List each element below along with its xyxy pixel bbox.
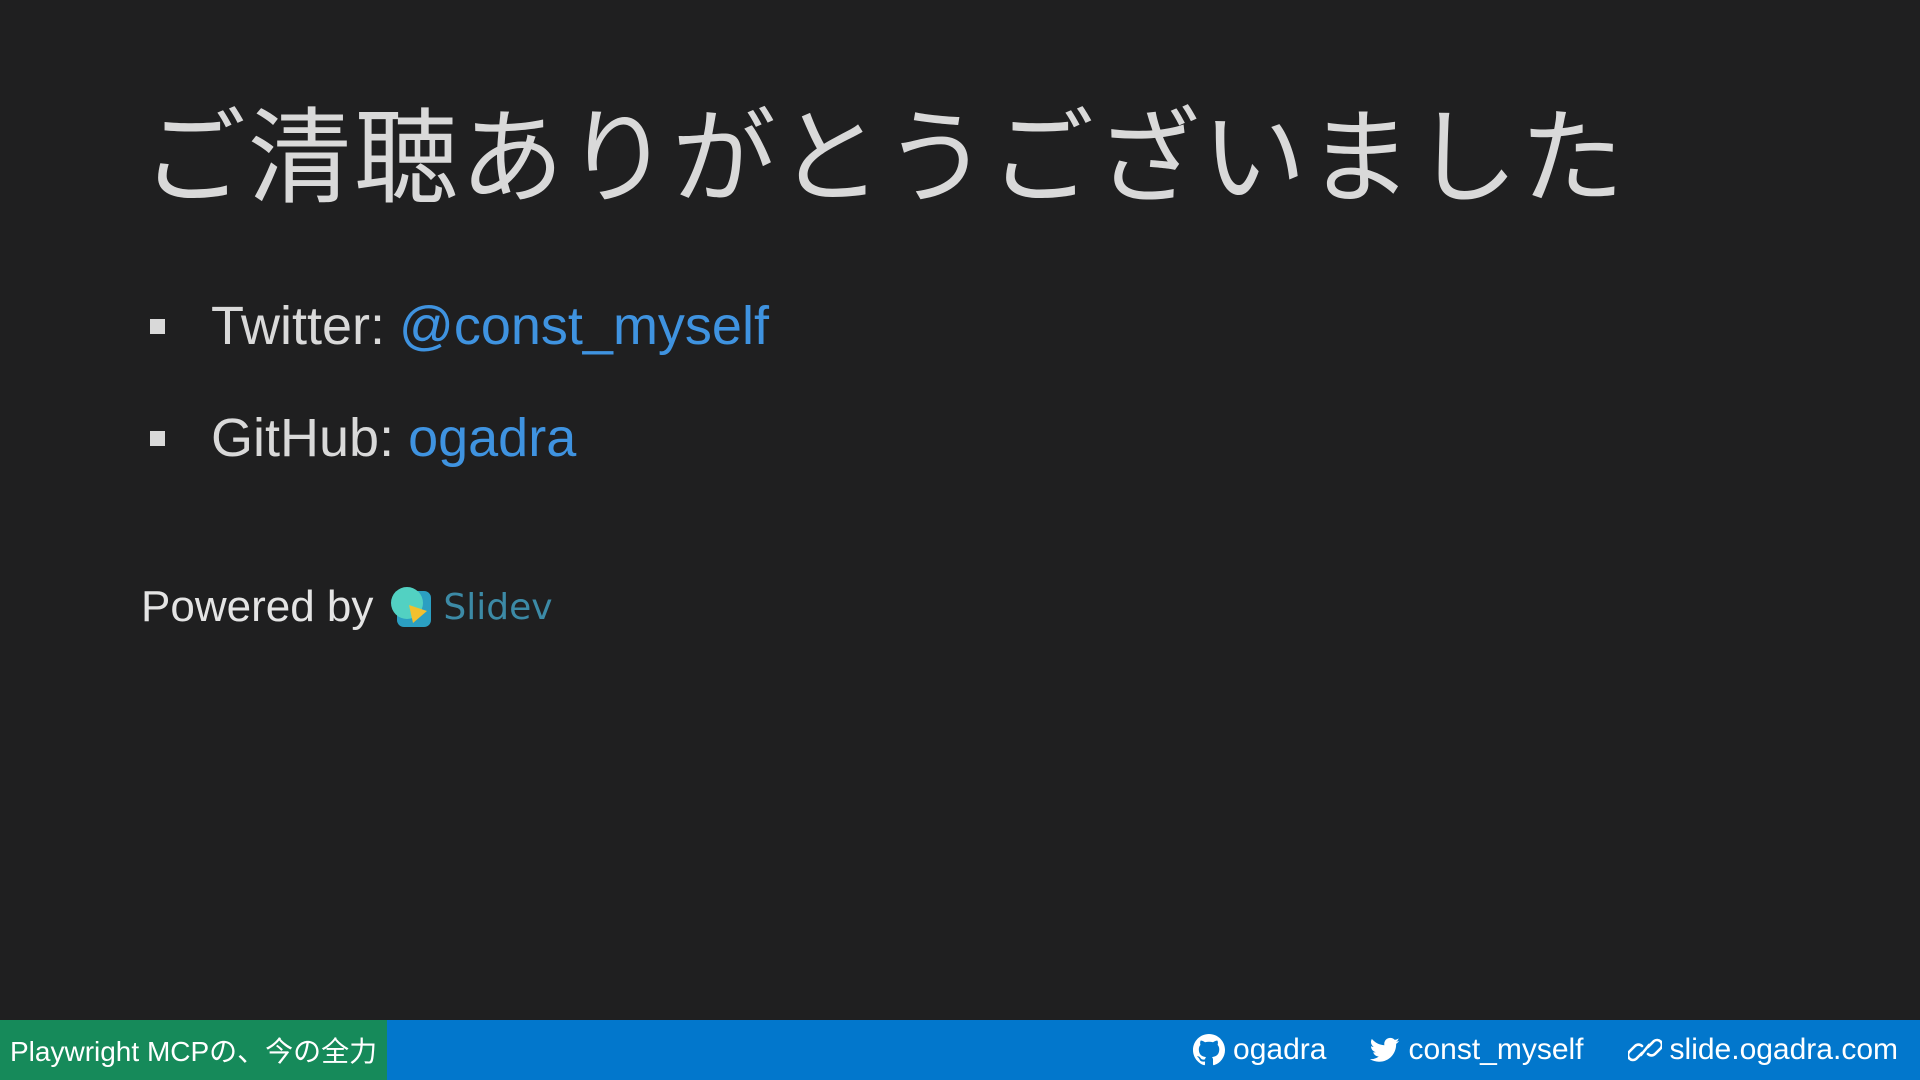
footer-github-text: ogadra bbox=[1233, 1033, 1327, 1066]
list-item-twitter: Twitter: @const_myself bbox=[150, 270, 769, 382]
slidev-brand[interactable]: Slidev bbox=[387, 583, 553, 631]
twitter-icon bbox=[1370, 1037, 1400, 1062]
bullet-icon bbox=[150, 430, 165, 446]
twitter-link[interactable]: @const_myself bbox=[399, 295, 769, 357]
github-icon bbox=[1193, 1034, 1226, 1066]
github-link[interactable]: ogadra bbox=[408, 407, 576, 469]
slide-title: ご清聴ありがとうございました bbox=[142, 97, 1627, 219]
contact-list: Twitter: @const_myself GitHub: ogadra bbox=[150, 270, 769, 494]
footer-site-text: slide.ogadra.com bbox=[1669, 1033, 1898, 1066]
slide: ご清聴ありがとうございました Twitter: @const_myself Gi… bbox=[0, 0, 1920, 1080]
bullet-icon bbox=[150, 318, 165, 334]
footer-links: ogadra const_myself slide.ogadra.com bbox=[1149, 1033, 1920, 1067]
slidev-logo-icon bbox=[391, 587, 432, 627]
github-label: GitHub: bbox=[211, 408, 395, 468]
powered-by-text: Powered by bbox=[141, 582, 374, 631]
footer-site-link[interactable]: slide.ogadra.com bbox=[1627, 1033, 1898, 1067]
list-item-github: GitHub: ogadra bbox=[150, 382, 769, 494]
footer-twitter-text: const_myself bbox=[1408, 1033, 1584, 1066]
footer-bar: Playwright MCPの、今の全力 ogadra const_myself bbox=[0, 1020, 1920, 1080]
slidev-brand-text: Slidev bbox=[443, 586, 553, 628]
footer-github-link[interactable]: ogadra bbox=[1193, 1033, 1326, 1067]
link-icon bbox=[1627, 1038, 1662, 1062]
twitter-label: Twitter: bbox=[211, 296, 386, 356]
footer-title: Playwright MCPの、今の全力 bbox=[0, 1020, 388, 1080]
footer-twitter-link[interactable]: const_myself bbox=[1370, 1033, 1584, 1067]
powered-by: Powered by Slidev bbox=[141, 582, 553, 632]
